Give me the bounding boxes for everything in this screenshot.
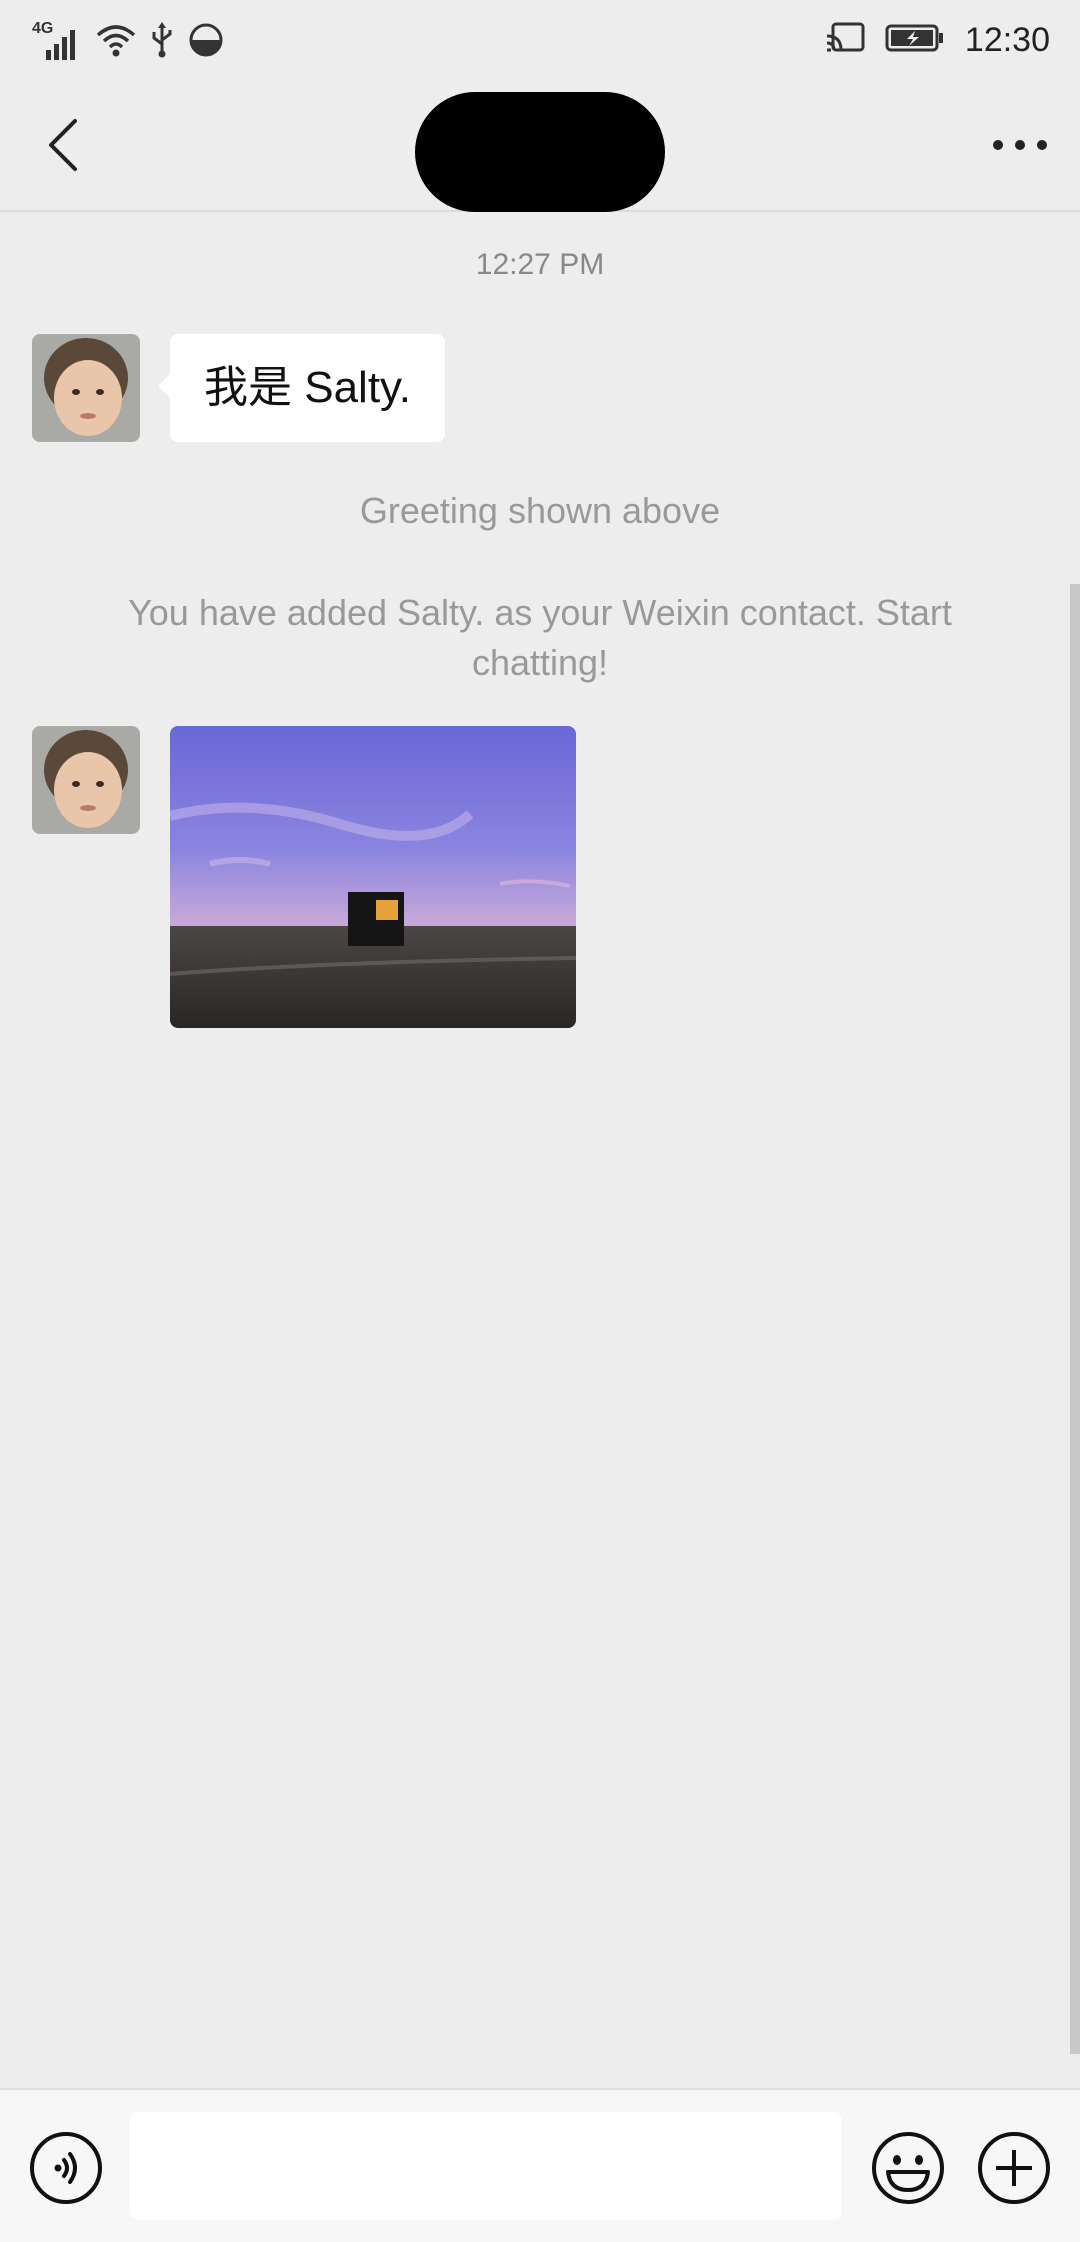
image-message[interactable] (170, 726, 576, 1028)
cast-icon (826, 22, 865, 59)
emoji-icon (870, 2132, 946, 2210)
cellular-signal-icon: 4G (32, 20, 82, 60)
wifi-icon (96, 23, 136, 62)
back-button[interactable] (28, 112, 98, 182)
status-right-icons: 12:30 (826, 14, 1050, 66)
usb-icon (150, 21, 174, 63)
plus-icon (976, 2132, 1052, 2210)
voice-icon (28, 2132, 104, 2210)
chat-messages-area[interactable]: 12:27 PM 我是 Salty. Greeting shown above … (0, 212, 1080, 2088)
chat-title-redacted (415, 92, 665, 212)
chat-header (0, 80, 1080, 212)
battery-icon (885, 23, 945, 58)
emoji-button[interactable] (870, 2130, 946, 2206)
status-clock: 12:30 (964, 20, 1050, 59)
input-bar (0, 2088, 1080, 2242)
status-left-icons: 4G (32, 20, 224, 64)
message-bubble[interactable]: 我是 Salty. (157, 334, 446, 442)
contact-avatar[interactable] (32, 726, 140, 834)
more-dots-icon (992, 138, 1048, 156)
status-bar: 4G 12:30 (0, 0, 1080, 80)
more-functions-button[interactable] (976, 2130, 1052, 2206)
voice-input-button[interactable] (28, 2130, 104, 2206)
system-message: You have added Salty. as your Weixin con… (128, 592, 952, 683)
data-saver-icon (188, 22, 224, 63)
more-options-button[interactable] (980, 112, 1060, 182)
chat-scrollbar[interactable] (1070, 584, 1080, 2054)
chevron-left-icon (45, 117, 81, 178)
message-input[interactable] (130, 2112, 842, 2220)
system-message: Greeting shown above (359, 490, 721, 531)
contact-avatar[interactable] (32, 334, 140, 442)
message-timestamp: 12:27 PM (475, 248, 605, 281)
